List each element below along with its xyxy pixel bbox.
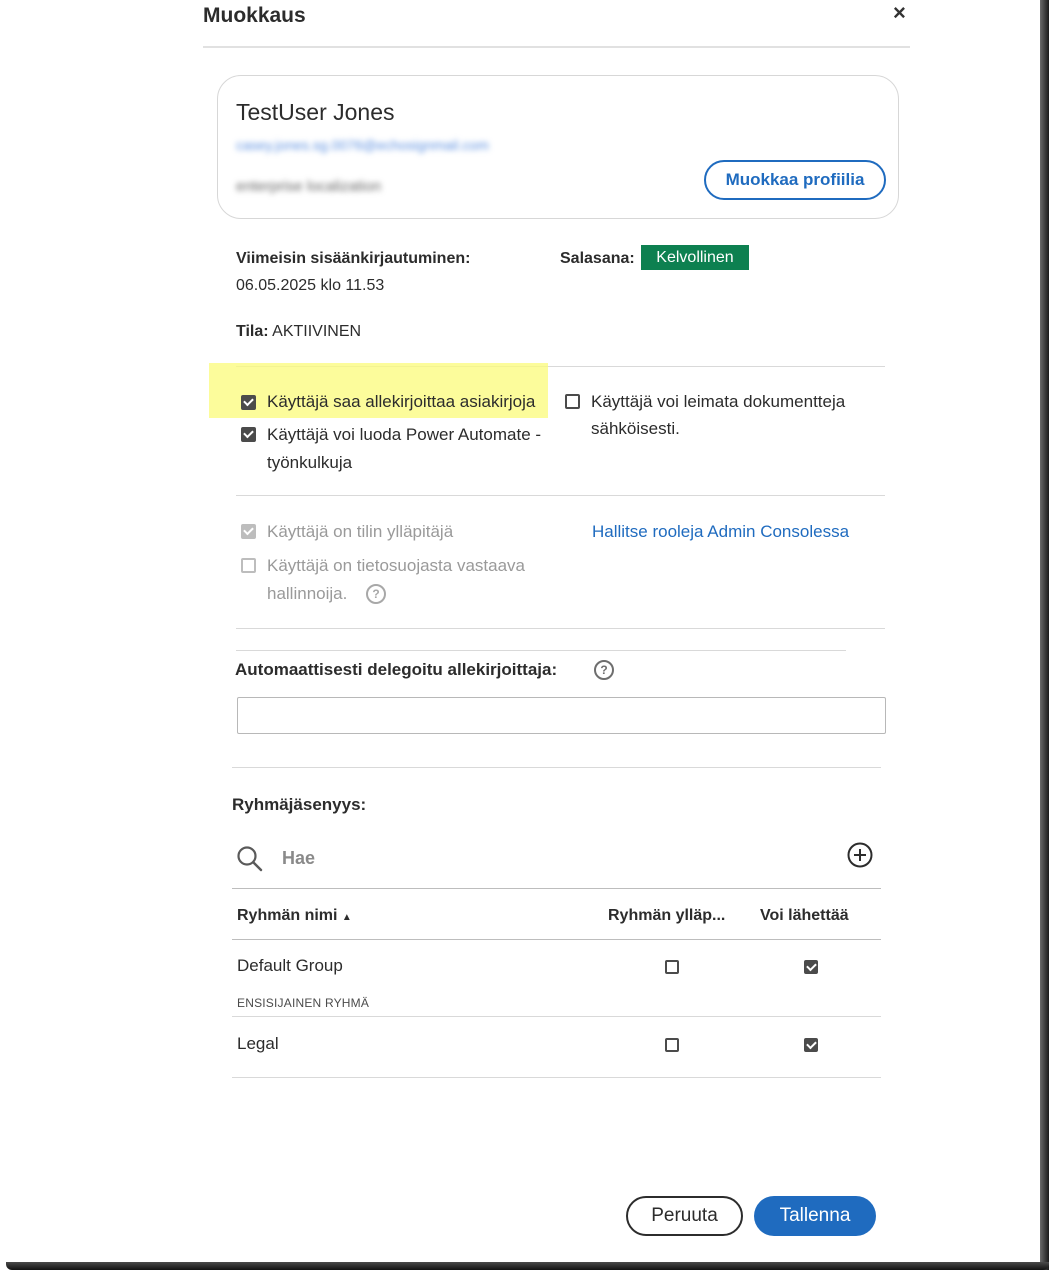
divider [232, 1077, 881, 1078]
help-icon[interactable]: ? [594, 660, 614, 680]
column-header-can-send[interactable]: Voi lähettää [760, 907, 849, 925]
dialog-title: Muokkaus [203, 4, 306, 27]
header-divider [203, 46, 910, 48]
can-seal-label-line1: Käyttäjä voi leimata dokumentteja [591, 392, 846, 411]
divider [236, 628, 885, 629]
manage-roles-link[interactable]: Hallitse rooleja Admin Consolessa [592, 518, 849, 546]
profile-email: casey.jones.sg.0076@echosignmail.com [236, 137, 489, 153]
account-admin-label: Käyttäjä on tilin ylläpitäjä [267, 522, 454, 541]
search-icon[interactable] [236, 845, 264, 873]
password-status-badge: Kelvollinen [641, 245, 749, 270]
power-automate-label-line1: Käyttäjä voi luoda Power Automate - [267, 425, 542, 444]
privacy-admin-label-line1: Käyttäjä on tietosuojasta vastaava [267, 556, 525, 575]
column-header-group-admin[interactable]: Ryhmän ylläp... [608, 907, 725, 925]
help-icon[interactable]: ? [366, 584, 386, 604]
window-shadow [1040, 0, 1049, 1270]
delegate-input[interactable] [237, 697, 886, 734]
groups-title: Ryhmäjäsenyys: [232, 795, 367, 814]
delegate-label: Automaattisesti delegoitu allekirjoittaj… [235, 660, 558, 679]
cancel-button[interactable]: Peruuta [626, 1196, 743, 1236]
close-icon[interactable]: × [893, 0, 906, 26]
status-label: Tila: [236, 323, 269, 340]
can-seal-label-line2: sähköisesti. [591, 419, 680, 438]
profile-organization: enterprise localization [236, 178, 382, 195]
can-send-checkbox[interactable] [804, 960, 818, 974]
sort-ascending-icon: ▲ [341, 912, 352, 923]
divider [232, 1016, 881, 1017]
can-sign-label: Käyttäjä saa allekirjoittaa asiakirjoja [267, 392, 536, 411]
last-login-value: 06.05.2025 klo 11.53 [236, 277, 385, 294]
privacy-admin-label-line2: hallinnoija. [267, 584, 348, 603]
edit-profile-button[interactable]: Muokkaa profiilia [704, 160, 886, 200]
group-search-input[interactable]: Hae [282, 848, 315, 869]
privacy-admin-checkbox [241, 558, 256, 573]
group-admin-checkbox[interactable] [665, 960, 679, 974]
status-row: Tila: AKTIIVINEN [236, 323, 361, 341]
add-group-icon[interactable] [846, 841, 874, 869]
can-send-checkbox[interactable] [804, 1038, 818, 1052]
group-name: Default Group [237, 956, 343, 975]
group-admin-checkbox[interactable] [665, 1038, 679, 1052]
column-header-group-name[interactable]: Ryhmän nimi ▲ [237, 907, 352, 925]
power-automate-label-line2: työnkulkuja [267, 453, 353, 472]
can-sign-checkbox[interactable] [241, 395, 256, 410]
column-header-label: Ryhmän nimi [237, 907, 338, 924]
power-automate-checkbox[interactable] [241, 427, 256, 442]
account-admin-checkbox [241, 524, 256, 539]
primary-group-tag: ENSISIJAINEN RYHMÄ [237, 996, 370, 1010]
status-value: AKTIIVINEN [272, 323, 362, 340]
password-label: Salasana: [560, 250, 635, 267]
divider [232, 888, 881, 889]
divider [236, 650, 846, 651]
divider [236, 495, 885, 496]
divider [232, 767, 881, 768]
dialog-window: Muokkaus × TestUser Jones casey.jones.sg… [0, 0, 1053, 1276]
save-button[interactable]: Tallenna [754, 1196, 876, 1236]
divider [232, 939, 881, 940]
window-shadow [6, 1262, 1049, 1270]
profile-name: TestUser Jones [236, 99, 395, 125]
can-seal-checkbox[interactable] [565, 394, 580, 409]
last-login-label: Viimeisin sisäänkirjautuminen: [236, 250, 471, 267]
group-name: Legal [237, 1034, 279, 1053]
